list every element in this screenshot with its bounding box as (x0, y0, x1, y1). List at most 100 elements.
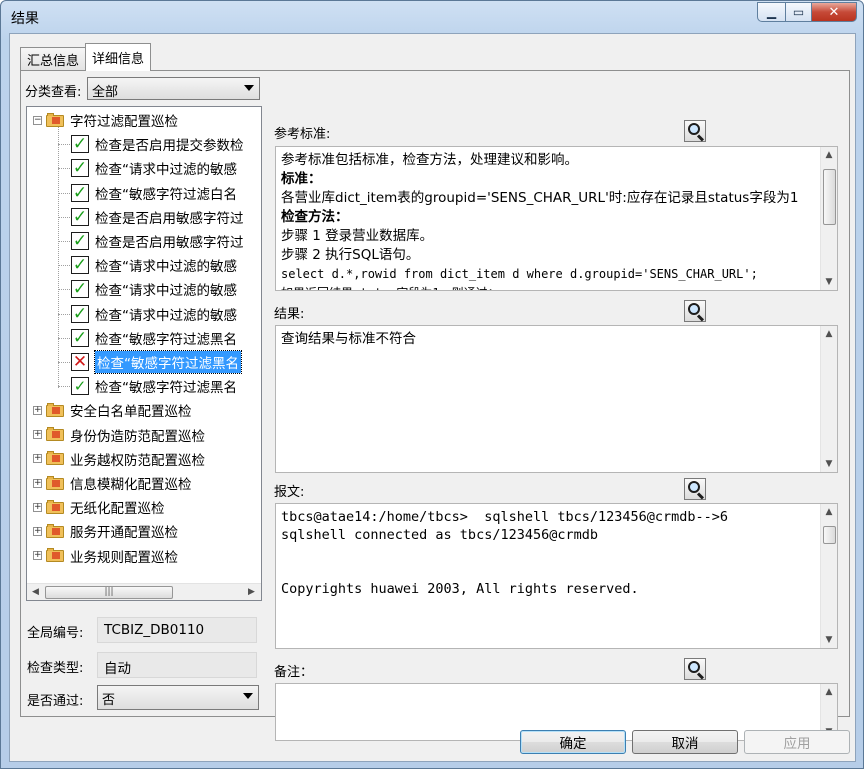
plus-box-icon[interactable]: + (33, 430, 42, 440)
reference-line: 步骤 2 执行SQL语句。 (281, 247, 420, 263)
message-textbox[interactable]: tbcs@atae14:/home/tbcs> sqlshell tbcs/12… (275, 503, 838, 649)
message-line: sqlshell connected as tbcs/123456@crmdb (281, 527, 598, 543)
plus-box-icon[interactable]: + (33, 551, 42, 561)
scroll-down-icon[interactable]: ▼ (821, 274, 837, 290)
tree-check-item[interactable]: ✓ 检查“请求中过滤的敏感 (71, 278, 237, 300)
tree-check-item[interactable]: ✓ 检查“敏感字符过滤黑名 (71, 327, 237, 349)
window-title: 结果 (11, 11, 39, 27)
check-type-label: 检查类型: (27, 661, 84, 676)
cancel-button[interactable]: 取消 (632, 730, 738, 754)
remark-search-button[interactable] (684, 658, 706, 680)
result-scrollbar[interactable]: ▲ ▼ (820, 326, 837, 472)
folder-icon (46, 427, 66, 442)
chevron-down-icon (244, 85, 254, 91)
tree-check-item-label: 检查“敏感字符过滤黑名 (95, 380, 237, 397)
plus-box-icon[interactable]: + (33, 478, 42, 488)
result-textbox[interactable]: 查询结果与标准不符合 ▲ ▼ (275, 325, 838, 473)
tree-group[interactable]: + 安全白名单配置巡检 (33, 399, 192, 421)
check-type-field: 自动 (97, 652, 257, 678)
reference-search-button[interactable] (684, 120, 706, 142)
magnifier-icon (688, 303, 700, 315)
tree-check-item-label: 检查“请求中过滤的敏感 (95, 162, 237, 179)
close-button[interactable]: ✕ (811, 2, 857, 22)
tree-check-item-label: 检查“请求中过滤的敏感 (95, 259, 237, 276)
message-scroll-thumb[interactable] (823, 526, 836, 544)
reference-label: 参考标准: (274, 127, 331, 142)
minimize-button[interactable]: ▁ (757, 2, 785, 22)
message-search-button[interactable] (684, 478, 706, 500)
tree-group[interactable]: + 信息模糊化配置巡检 (33, 472, 192, 494)
tree-check-item[interactable]: ✓ 检查是否启用敏感字符过 (71, 206, 244, 228)
plus-box-icon[interactable]: + (33, 526, 42, 536)
tree-hscroll-thumb[interactable]: ||| (45, 586, 173, 599)
tree-group[interactable]: + 身份伪造防范配置巡检 (33, 424, 205, 446)
tree-check-item[interactable]: ✓ 检查“请求中过滤的敏感 (71, 157, 237, 179)
scroll-up-icon[interactable]: ▲ (821, 326, 837, 342)
apply-button[interactable]: 应用 (744, 730, 850, 754)
tree-group-label: 业务规则配置巡检 (70, 549, 178, 566)
global-id-field: TCBIZ_DB0110 (97, 617, 257, 643)
scroll-down-icon[interactable]: ▼ (821, 456, 837, 472)
tree-check-item[interactable]: ✓ 检查“请求中过滤的敏感 (71, 254, 237, 276)
plus-box-icon[interactable]: + (33, 502, 42, 512)
check-partial-icon: ✓ (71, 377, 89, 396)
reference-textbox[interactable]: 参考标准包括标准，检查方法，处理建议和影响。 标准： 各营业库dict_item表的… (275, 146, 838, 291)
plus-box-icon[interactable]: + (33, 454, 42, 464)
folder-icon (46, 548, 66, 563)
maximize-icon: ▭ (792, 5, 805, 19)
magnifier-icon (688, 661, 700, 673)
folder-icon (46, 402, 66, 417)
scroll-left-icon[interactable]: ◀ (32, 587, 39, 597)
tree-check-item[interactable]: ✓ 检查是否启用敏感字符过 (71, 230, 244, 252)
tree-group[interactable]: + 业务规则配置巡检 (33, 545, 178, 567)
tree-group-label: 身份伪造防范配置巡检 (70, 428, 205, 445)
tree-group[interactable]: + 业务越权防范配置巡检 (33, 448, 205, 470)
tree-group-label: 信息模糊化配置巡检 (70, 477, 192, 493)
reference-scrollbar[interactable]: ▲ ▼ (820, 147, 837, 290)
result-search-button[interactable] (684, 300, 706, 322)
maximize-button[interactable]: ▭ (785, 2, 811, 22)
reference-scroll-thumb[interactable] (823, 169, 836, 225)
passed-dropdown[interactable]: 否 (97, 685, 259, 710)
tree-group-label: 字符过滤配置巡检 (70, 114, 178, 130)
magnifier-icon (688, 481, 700, 493)
tree-group[interactable]: + 无纸化配置巡检 (33, 496, 165, 518)
scroll-down-icon[interactable]: ▼ (821, 632, 837, 648)
tree-check-item[interactable]: ✓ 检查“敏感字符过滤白名 (71, 182, 237, 204)
minimize-icon: ▁ (766, 5, 777, 19)
check-pass-icon: ✓ (71, 134, 89, 155)
message-scrollbar[interactable]: ▲ ▼ (820, 504, 837, 648)
passed-label: 是否通过: (27, 694, 84, 709)
tree-group[interactable]: + 服务开通配置巡检 (33, 520, 178, 542)
check-pass-icon: ✓ (71, 327, 89, 348)
ok-button[interactable]: 确定 (520, 730, 626, 754)
scroll-right-icon[interactable]: ▶ (248, 587, 255, 597)
title-bar[interactable]: 结果 ▁ ▭ ✕ (1, 1, 863, 33)
tab-details[interactable]: 详细信息 (85, 43, 152, 71)
filter-value: 全部 (92, 85, 119, 100)
tree-group-label: 安全白名单配置巡检 (70, 404, 192, 421)
plus-box-icon[interactable]: + (33, 405, 42, 415)
reference-line: 参考标准包括标准，检查方法，处理建议和影响。 (281, 152, 578, 168)
reference-line: 检查方法： (281, 209, 349, 225)
tree-group[interactable]: − 字符过滤配置巡检 (33, 109, 178, 131)
tree-group-label: 服务开通配置巡检 (70, 525, 178, 542)
scroll-up-icon[interactable]: ▲ (821, 504, 837, 520)
tree-check-item[interactable]: ✓ 检查是否启用提交参数检 (71, 133, 244, 155)
tree-horizontal-scrollbar[interactable]: ◀ ||| ▶ (27, 583, 261, 600)
scroll-up-icon[interactable]: ▲ (821, 684, 837, 700)
reference-line: 标准： (281, 171, 322, 187)
check-pass-icon: ✓ (71, 303, 89, 324)
message-line (281, 562, 817, 580)
tab-summary[interactable]: 汇总信息 (20, 47, 87, 71)
tree-check-item[interactable]: ✓ 检查“敏感字符过滤黑名 (71, 375, 237, 397)
reference-text: 参考标准包括标准，检查方法，处理建议和影响。 标准： 各营业库dict_item表的… (281, 151, 817, 290)
close-icon: ✕ (828, 4, 840, 20)
check-pass-icon: ✓ (71, 206, 89, 227)
scroll-up-icon[interactable]: ▲ (821, 147, 837, 163)
inspection-tree[interactable]: ◀ ||| ▶ − 字符过滤配置巡检 ✓ 检查是否启用提交参数检 ✓ 检查“请求中过滤的敏… (26, 106, 262, 601)
tree-check-item[interactable]: ✕ 检查“敏感字符过滤黑名 (71, 350, 242, 374)
minus-box-icon[interactable]: − (33, 115, 42, 125)
tree-check-item[interactable]: ✓ 检查“请求中过滤的敏感 (71, 303, 237, 325)
filter-dropdown[interactable]: 全部 (87, 77, 260, 100)
